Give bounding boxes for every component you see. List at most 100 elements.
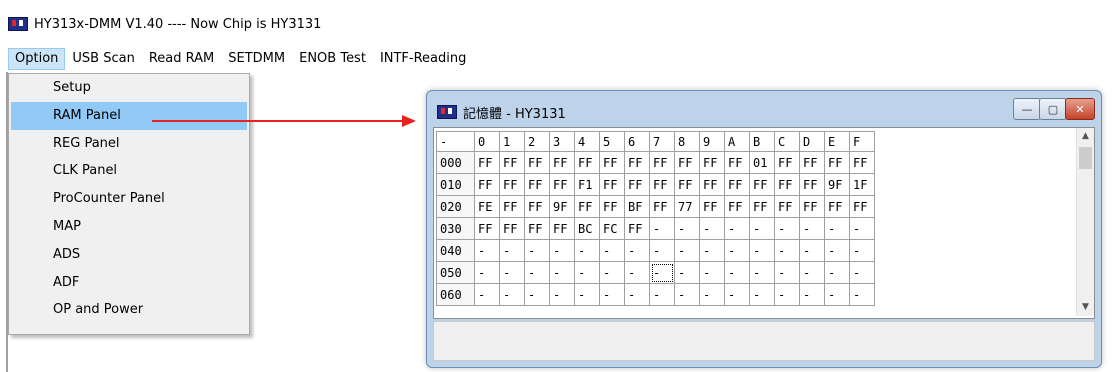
ram-cell[interactable]: FF <box>474 173 500 196</box>
scroll-thumb[interactable] <box>1079 147 1092 169</box>
ram-cell[interactable]: FF <box>524 173 550 196</box>
ram-cell[interactable]: 1F <box>849 173 875 196</box>
ram-cell[interactable]: - <box>474 239 500 262</box>
ram-cell[interactable]: BC <box>574 217 600 240</box>
ram-cell[interactable]: - <box>624 283 650 306</box>
menu-item-map[interactable]: MAP <box>9 213 249 241</box>
ram-cell[interactable]: - <box>674 239 700 262</box>
menu-usb-scan[interactable]: USB Scan <box>65 48 141 70</box>
ram-cell[interactable]: - <box>674 217 700 240</box>
ram-cell[interactable]: FF <box>649 195 675 218</box>
ram-cell[interactable]: - <box>724 239 750 262</box>
ram-cell[interactable]: - <box>799 283 825 306</box>
ram-cell[interactable]: - <box>774 261 800 284</box>
ram-cell[interactable]: - <box>649 261 675 284</box>
ram-cell[interactable]: - <box>824 239 850 262</box>
ram-cell[interactable]: - <box>849 261 875 284</box>
ram-cell[interactable]: - <box>799 261 825 284</box>
ram-cell[interactable]: FF <box>599 173 625 196</box>
ram-cell[interactable]: - <box>749 283 775 306</box>
maximize-button[interactable]: ▢ <box>1039 98 1067 120</box>
ram-cell[interactable]: - <box>824 261 850 284</box>
ram-cell[interactable]: - <box>574 239 600 262</box>
ram-cell[interactable]: FF <box>774 151 800 174</box>
ram-cell[interactable]: FF <box>724 151 750 174</box>
ram-cell[interactable]: - <box>474 261 500 284</box>
ram-cell[interactable]: - <box>524 239 550 262</box>
ram-cell[interactable]: FF <box>499 195 525 218</box>
ram-cell[interactable]: FF <box>599 151 625 174</box>
ram-cell[interactable]: - <box>574 261 600 284</box>
ram-grid[interactable]: -0 1 2 3 4 5 6 7 8 9 A B C D E F 000 FF FF FF FF FF FF FF FF FF FF… <box>436 131 875 306</box>
close-button[interactable]: ✕ <box>1065 98 1095 120</box>
menu-setdmm[interactable]: SETDMM <box>221 48 292 70</box>
ram-cell[interactable]: - <box>699 239 725 262</box>
ram-cell[interactable]: FF <box>524 195 550 218</box>
ram-cell[interactable]: 9F <box>549 195 575 218</box>
ram-cell[interactable]: FF <box>549 217 575 240</box>
ram-cell[interactable]: 9F <box>824 173 850 196</box>
menu-item-op-and-power[interactable]: OP and Power <box>9 296 249 324</box>
ram-cell[interactable]: FF <box>649 151 675 174</box>
ram-cell[interactable]: - <box>699 261 725 284</box>
ram-cell[interactable]: - <box>499 239 525 262</box>
ram-cell[interactable]: - <box>574 283 600 306</box>
ram-cell[interactable]: - <box>774 283 800 306</box>
ram-cell[interactable]: FF <box>474 151 500 174</box>
menu-enob-test[interactable]: ENOB Test <box>292 48 373 70</box>
ram-cell[interactable]: - <box>674 283 700 306</box>
ram-cell[interactable]: FF <box>824 151 850 174</box>
ram-cell[interactable]: FF <box>799 195 825 218</box>
scroll-down-icon[interactable]: ▼ <box>1077 299 1094 316</box>
ram-cell[interactable]: - <box>824 217 850 240</box>
ram-cell[interactable]: - <box>699 283 725 306</box>
ram-cell[interactable]: FF <box>799 173 825 196</box>
ram-cell[interactable]: FF <box>599 195 625 218</box>
ram-cell[interactable]: FF <box>524 151 550 174</box>
ram-cell[interactable]: - <box>599 261 625 284</box>
menu-intf-reading[interactable]: INTF-Reading <box>373 48 473 70</box>
ram-cell[interactable]: - <box>799 239 825 262</box>
ram-cell[interactable]: FF <box>699 151 725 174</box>
ram-cell[interactable]: - <box>474 283 500 306</box>
ram-cell[interactable]: - <box>724 217 750 240</box>
ram-cell[interactable]: - <box>649 217 675 240</box>
ram-cell[interactable]: - <box>549 239 575 262</box>
ram-cell[interactable]: - <box>599 283 625 306</box>
ram-cell[interactable]: FF <box>824 195 850 218</box>
ram-cell[interactable]: FC <box>599 217 625 240</box>
menu-item-reg-panel[interactable]: REG Panel <box>9 130 249 158</box>
ram-cell[interactable]: FF <box>749 195 775 218</box>
ram-cell[interactable]: - <box>849 239 875 262</box>
menu-option[interactable]: Option <box>8 48 66 70</box>
ram-cell[interactable]: FF <box>749 173 775 196</box>
ram-cell[interactable]: FF <box>774 195 800 218</box>
ram-cell[interactable]: - <box>649 239 675 262</box>
ram-cell[interactable]: - <box>699 217 725 240</box>
vertical-scrollbar[interactable]: ▲ ▼ <box>1076 128 1094 316</box>
ram-cell[interactable]: - <box>524 261 550 284</box>
menu-item-procounter-panel[interactable]: ProCounter Panel <box>9 185 249 213</box>
ram-cell[interactable]: - <box>774 217 800 240</box>
ram-cell[interactable]: - <box>774 239 800 262</box>
menu-item-setup[interactable]: Setup <box>9 74 249 102</box>
ram-cell[interactable]: FF <box>674 151 700 174</box>
ram-cell[interactable]: FF <box>799 151 825 174</box>
ram-cell[interactable]: - <box>499 283 525 306</box>
ram-cell[interactable]: 77 <box>674 195 700 218</box>
ram-cell[interactable]: FF <box>724 195 750 218</box>
menu-item-clk-panel[interactable]: CLK Panel <box>9 157 249 185</box>
ram-cell[interactable]: FF <box>624 173 650 196</box>
ram-cell[interactable]: FF <box>499 217 525 240</box>
ram-cell[interactable]: FF <box>574 195 600 218</box>
ram-cell[interactable]: FF <box>849 151 875 174</box>
ram-cell[interactable]: - <box>499 261 525 284</box>
ram-cell[interactable]: - <box>724 261 750 284</box>
ram-cell[interactable]: - <box>749 239 775 262</box>
ram-cell[interactable]: FF <box>549 173 575 196</box>
menu-item-adf[interactable]: ADF <box>9 269 249 297</box>
ram-cell[interactable]: FF <box>549 151 575 174</box>
ram-cell[interactable]: - <box>624 261 650 284</box>
ram-cell[interactable]: FF <box>624 151 650 174</box>
ram-cell[interactable]: FF <box>649 173 675 196</box>
